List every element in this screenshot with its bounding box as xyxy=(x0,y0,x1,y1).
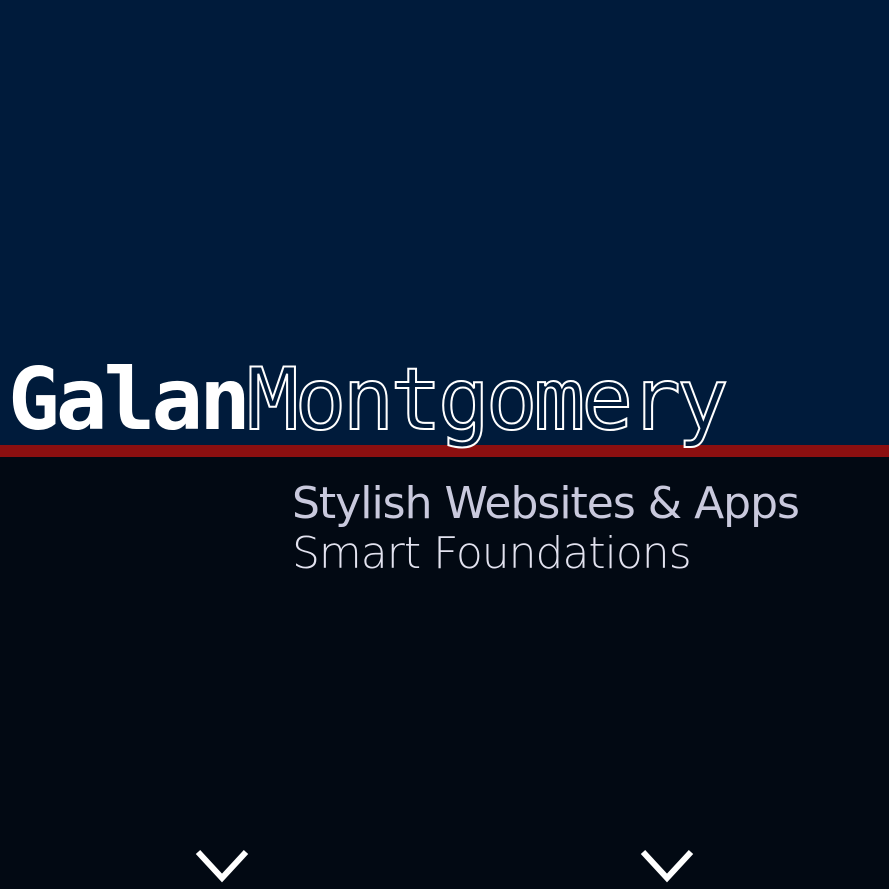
scroll-down-button-right[interactable] xyxy=(639,846,695,884)
chevron-down-icon xyxy=(195,849,249,883)
logo-last-name: Montgomery xyxy=(246,349,730,451)
logo-first-name: Galan xyxy=(8,350,251,450)
tagline-secondary: Smart Foundations xyxy=(292,528,692,579)
site-logo[interactable]: GalanMontgomery xyxy=(8,349,730,451)
tagline: Stylish Websites & Apps Smart Foundation… xyxy=(292,478,800,579)
page: GalanMontgomery Stylish Websites & Apps … xyxy=(0,0,889,889)
scroll-down-button-left[interactable] xyxy=(194,846,250,884)
chevron-down-icon xyxy=(640,849,694,883)
tagline-primary: Stylish Websites & Apps xyxy=(292,478,800,529)
